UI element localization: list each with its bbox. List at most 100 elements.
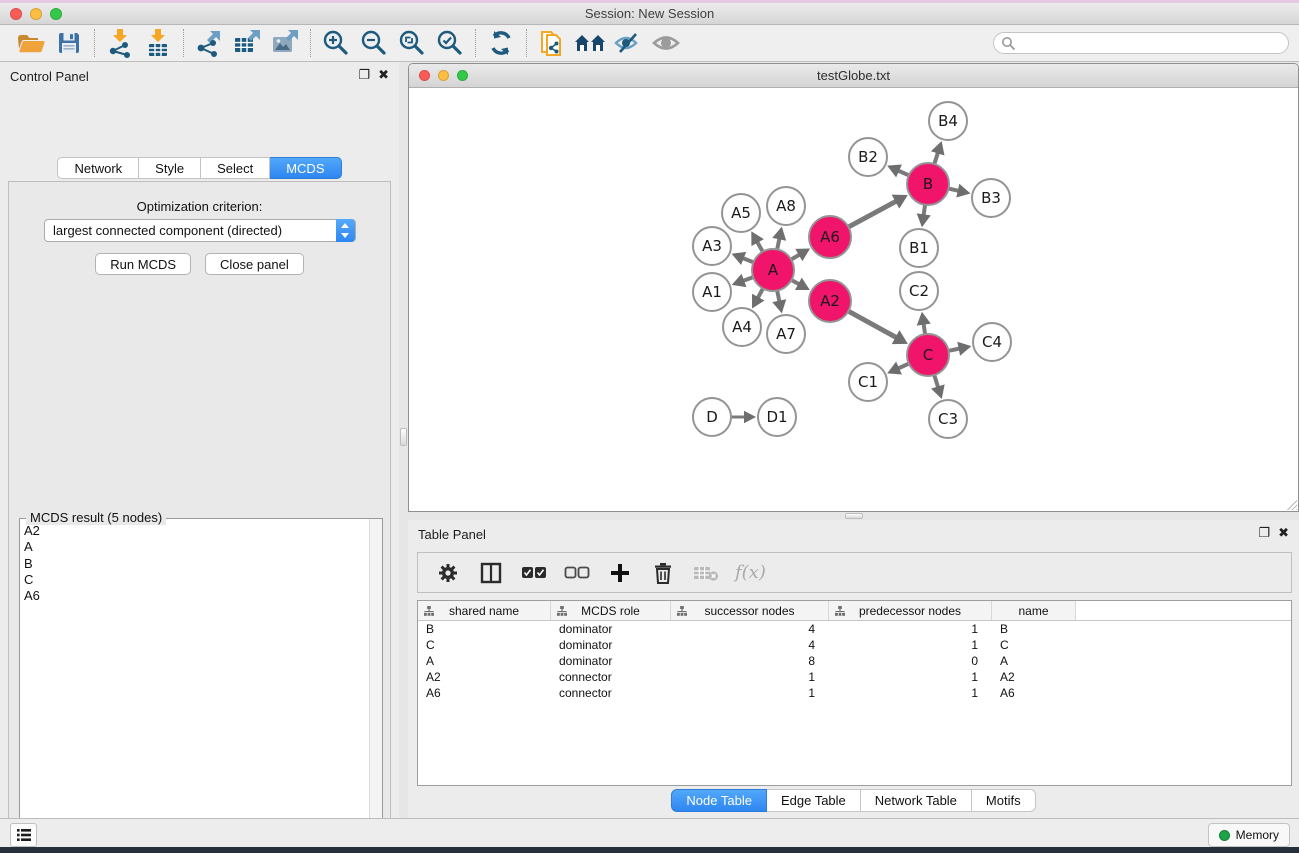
function-builder-button[interactable]: f(x) bbox=[735, 562, 766, 583]
clone-network-button[interactable] bbox=[533, 27, 571, 59]
table-cell[interactable]: 1 bbox=[671, 685, 829, 701]
app-title: Session: New Session bbox=[0, 6, 1299, 21]
close-panel-icon[interactable]: ✖ bbox=[1278, 526, 1289, 540]
delete-column-button[interactable] bbox=[649, 559, 677, 587]
memory-button[interactable]: Memory bbox=[1208, 823, 1290, 847]
close-network-button[interactable] bbox=[419, 70, 430, 81]
table-cell[interactable]: dominator bbox=[551, 621, 671, 637]
tab-network[interactable]: Network bbox=[57, 157, 139, 179]
table-cell[interactable]: A6 bbox=[418, 685, 551, 701]
select-stepper[interactable] bbox=[336, 219, 355, 242]
table-cell[interactable]: B bbox=[992, 621, 1076, 637]
table-cell[interactable]: connector bbox=[551, 669, 671, 685]
result-scrollbar[interactable] bbox=[369, 519, 382, 853]
import-table-button[interactable] bbox=[139, 27, 177, 59]
vertical-splitter-handle[interactable] bbox=[400, 428, 407, 446]
table-cell[interactable]: B bbox=[418, 621, 551, 637]
tab-motifs[interactable]: Motifs bbox=[972, 789, 1036, 812]
mcds-result-item[interactable]: A6 bbox=[24, 588, 382, 604]
graph-edge-A6-B[interactable] bbox=[847, 201, 898, 228]
tab-select[interactable]: Select bbox=[201, 157, 270, 179]
table-row[interactable]: Adominator80A bbox=[418, 653, 1291, 669]
horizontal-splitter-handle[interactable] bbox=[845, 513, 863, 519]
delete-table-button[interactable] bbox=[692, 559, 720, 587]
zoom-in-button[interactable] bbox=[317, 27, 355, 59]
mcds-result-item[interactable]: B bbox=[24, 556, 382, 572]
import-network-button[interactable] bbox=[101, 27, 139, 59]
tab-mcds[interactable]: MCDS bbox=[270, 157, 341, 179]
column-header-shared-name[interactable]: shared name bbox=[418, 601, 551, 620]
mcds-result-item[interactable]: C bbox=[24, 572, 382, 588]
column-header-MCDS-role[interactable]: MCDS role bbox=[551, 601, 671, 620]
create-column-button[interactable] bbox=[606, 559, 634, 587]
zoom-window-button[interactable] bbox=[50, 8, 62, 20]
table-row[interactable]: A6connector11A6 bbox=[418, 685, 1291, 701]
show-all-columns-button[interactable] bbox=[520, 559, 548, 587]
column-header-predecessor-nodes[interactable]: predecessor nodes bbox=[829, 601, 992, 620]
zoom-selected-button[interactable] bbox=[431, 27, 469, 59]
table-cell[interactable]: 1 bbox=[671, 669, 829, 685]
table-cell[interactable]: C bbox=[418, 637, 551, 653]
export-network-button[interactable] bbox=[190, 27, 228, 59]
mcds-result-item[interactable]: A bbox=[24, 539, 382, 555]
table-cell[interactable]: 1 bbox=[829, 621, 992, 637]
table-cell[interactable]: A bbox=[992, 653, 1076, 669]
graph-edge-A2-C[interactable] bbox=[847, 310, 898, 338]
table-cell[interactable]: 4 bbox=[671, 637, 829, 653]
show-task-history-button[interactable] bbox=[10, 823, 37, 847]
column-header-name[interactable]: name bbox=[992, 601, 1076, 620]
first-neighbors-button[interactable] bbox=[571, 27, 609, 59]
mcds-result-item[interactable]: A2 bbox=[24, 523, 382, 539]
zoom-network-button[interactable] bbox=[457, 70, 468, 81]
table-cell[interactable]: A2 bbox=[418, 669, 551, 685]
close-panel-icon[interactable]: ✖ bbox=[378, 68, 389, 82]
hide-graphics-details-button[interactable] bbox=[609, 27, 647, 59]
save-session-button[interactable] bbox=[50, 27, 88, 59]
close-panel-button[interactable]: Close panel bbox=[205, 253, 304, 275]
minimize-window-button[interactable] bbox=[30, 8, 42, 20]
table-cell[interactable]: dominator bbox=[551, 653, 671, 669]
table-row[interactable]: Bdominator41B bbox=[418, 621, 1291, 637]
column-header-successor-nodes[interactable]: successor nodes bbox=[671, 601, 829, 620]
close-window-button[interactable] bbox=[10, 8, 22, 20]
tab-network-table[interactable]: Network Table bbox=[861, 789, 972, 812]
table-cell[interactable]: A bbox=[418, 653, 551, 669]
refresh-button[interactable] bbox=[482, 27, 520, 59]
tab-node-table[interactable]: Node Table bbox=[671, 789, 767, 812]
float-panel-icon[interactable]: ❐ bbox=[1258, 526, 1270, 540]
table-cell[interactable]: A6 bbox=[992, 685, 1076, 701]
table-cell[interactable]: connector bbox=[551, 685, 671, 701]
export-table-button[interactable] bbox=[228, 27, 266, 59]
table-cell[interactable]: 1 bbox=[829, 669, 992, 685]
table-settings-button[interactable] bbox=[434, 559, 462, 587]
table-cell[interactable]: 0 bbox=[829, 653, 992, 669]
table-cell[interactable]: A2 bbox=[992, 669, 1076, 685]
table-row[interactable]: A2connector11A2 bbox=[418, 669, 1291, 685]
resize-grip[interactable] bbox=[1285, 498, 1297, 510]
zoom-out-button[interactable] bbox=[355, 27, 393, 59]
minimize-network-button[interactable] bbox=[438, 70, 449, 81]
export-image-button[interactable] bbox=[266, 27, 304, 59]
table-cell[interactable]: 4 bbox=[671, 621, 829, 637]
graph-node-label: B3 bbox=[981, 189, 1001, 207]
open-session-button[interactable] bbox=[12, 27, 50, 59]
table-cell[interactable]: 1 bbox=[829, 637, 992, 653]
criterion-select[interactable]: largest connected component (directed) bbox=[44, 219, 356, 242]
run-mcds-button[interactable]: Run MCDS bbox=[95, 253, 191, 275]
network-canvas[interactable]: AA1A3A5A8A4A7A6A2BB1B2B3B4CC1C2C3C4DD1 bbox=[409, 88, 1298, 511]
table-row[interactable]: Cdominator41C bbox=[418, 637, 1291, 653]
tab-edge-table[interactable]: Edge Table bbox=[767, 789, 861, 812]
hide-all-columns-button[interactable] bbox=[563, 559, 591, 587]
table-cell[interactable]: 1 bbox=[829, 685, 992, 701]
toggle-panel-layout-button[interactable] bbox=[477, 559, 505, 587]
zoom-fit-button[interactable] bbox=[393, 27, 431, 59]
tab-style[interactable]: Style bbox=[139, 157, 201, 179]
birdseye-view-button[interactable] bbox=[647, 27, 685, 59]
search-input[interactable] bbox=[993, 32, 1289, 54]
criterion-value: largest connected component (directed) bbox=[45, 223, 282, 238]
float-panel-icon[interactable]: ❐ bbox=[358, 68, 370, 82]
table-cell[interactable]: 8 bbox=[671, 653, 829, 669]
table-cell[interactable]: dominator bbox=[551, 637, 671, 653]
table-cell[interactable]: C bbox=[992, 637, 1076, 653]
network-graph: AA1A3A5A8A4A7A6A2BB1B2B3B4CC1C2C3C4DD1 bbox=[409, 88, 1298, 511]
